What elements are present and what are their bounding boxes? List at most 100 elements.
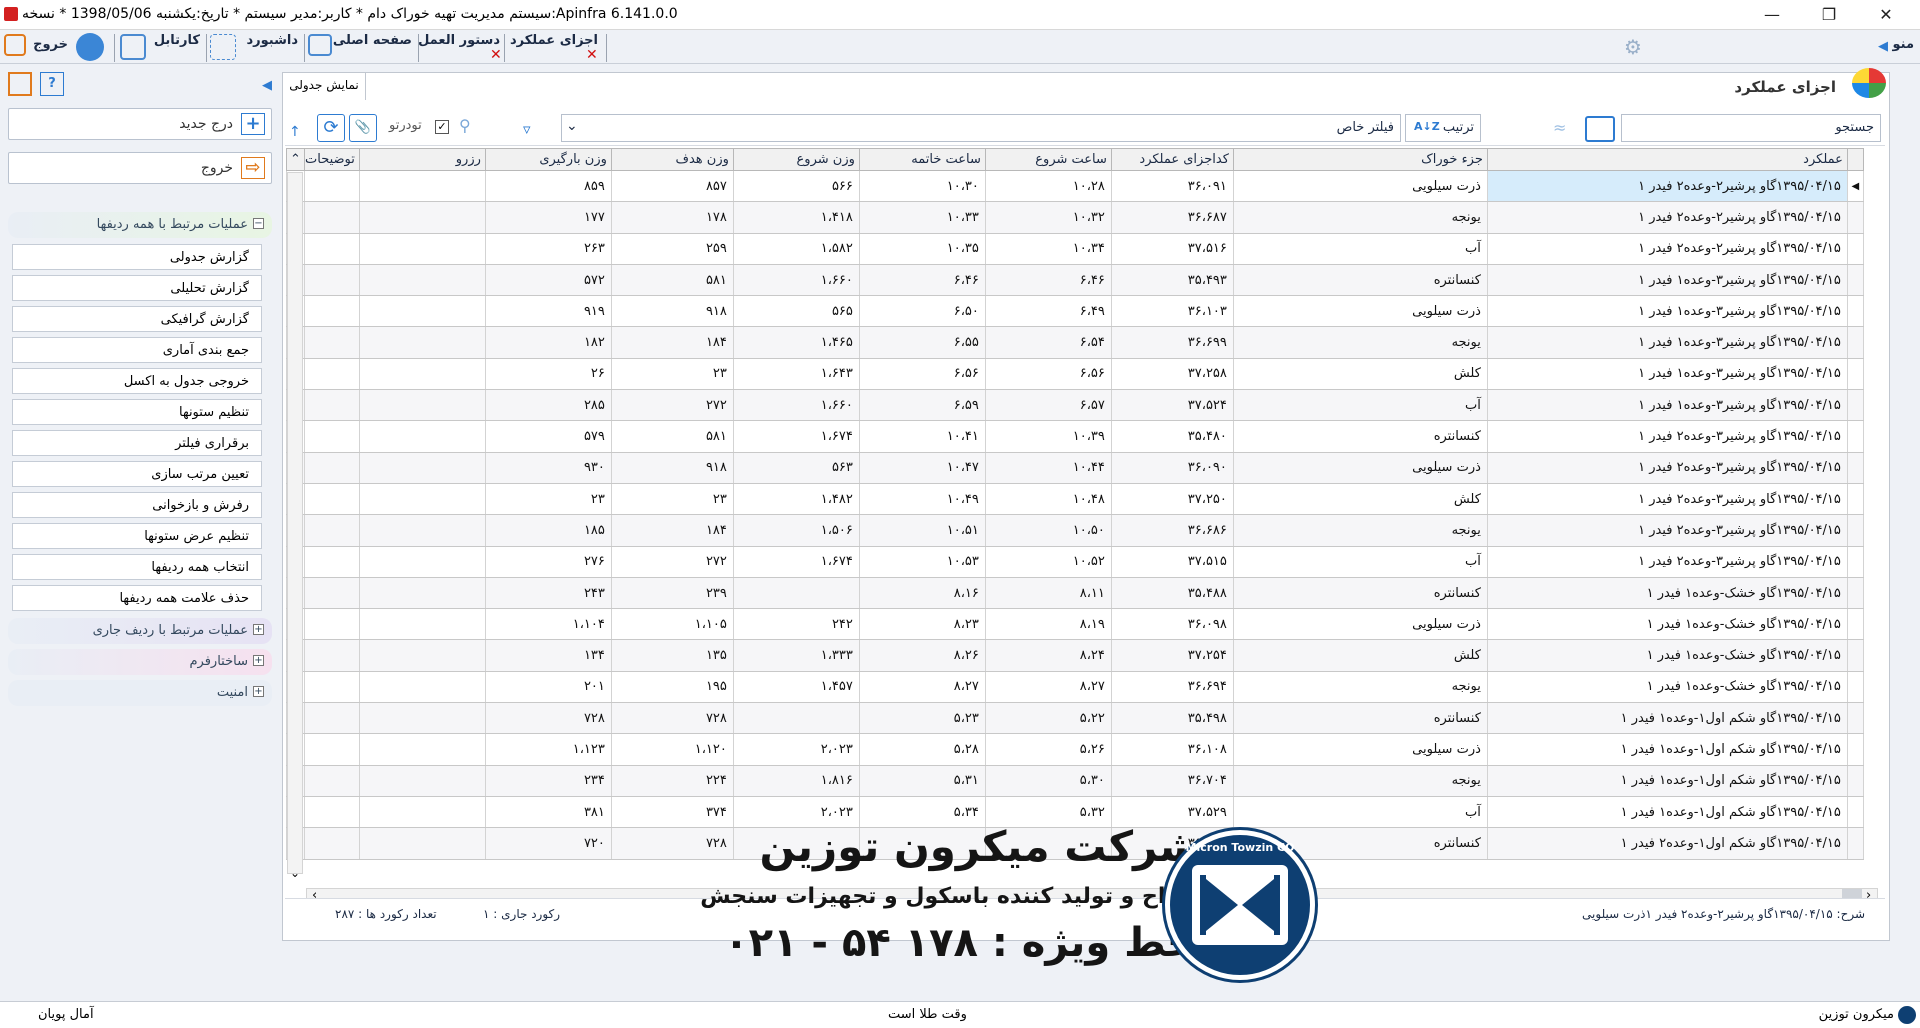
table-cell[interactable]: کلش bbox=[1232, 483, 1488, 516]
bug-report-icon[interactable] bbox=[76, 33, 104, 61]
table-cell[interactable] bbox=[304, 420, 360, 453]
row-indicator[interactable] bbox=[1846, 483, 1864, 516]
table-cell[interactable]: ۱۸۵ bbox=[484, 514, 612, 547]
column-header[interactable]: کداجزای عملکرد bbox=[1110, 148, 1234, 171]
scroll-down-icon[interactable]: ⌄ bbox=[290, 866, 300, 880]
table-cell[interactable]: آب bbox=[1232, 546, 1488, 578]
table-cell[interactable] bbox=[732, 577, 860, 610]
tab-recipe[interactable]: دستور العمل ✕ bbox=[418, 30, 504, 64]
table-cell[interactable]: ۲۴۲ bbox=[732, 608, 860, 641]
table-cell[interactable] bbox=[358, 201, 486, 234]
table-row[interactable]: ◀ ۱۳۹۵/۰۴/۱۵گاو پرشیر۲-وعده۲ فیدر ۱ ذرت سی… bbox=[286, 170, 1864, 203]
row-indicator[interactable] bbox=[1846, 201, 1864, 234]
table-cell[interactable]: ۳۶،۶۸۶ bbox=[1110, 514, 1234, 547]
table-cell[interactable]: ۱۰،۳۹ bbox=[984, 420, 1112, 453]
table-cell[interactable]: آب bbox=[1232, 389, 1488, 422]
table-cell[interactable]: ۹۱۸ bbox=[610, 295, 734, 328]
group-all-rows[interactable]: − عملیات مرتبط با همه ردیفها bbox=[8, 212, 272, 238]
table-cell[interactable]: ۱،۱۲۰ bbox=[610, 733, 734, 766]
column-header[interactable]: ساعت شروع bbox=[984, 148, 1112, 171]
sidebar-item-unselect-all[interactable]: حذف علامت همه ردیفها bbox=[12, 585, 262, 611]
table-cell[interactable]: ۱۳۹۵/۰۴/۱۵گاو خشک-وعده۱ فیدر ۱ bbox=[1486, 671, 1848, 704]
table-cell[interactable]: ۶،۵۰ bbox=[858, 295, 986, 328]
table-cell[interactable]: ۸،۲۶ bbox=[858, 639, 986, 672]
table-cell[interactable]: ۱،۶۷۴ bbox=[732, 420, 860, 453]
current-row-indicator-icon[interactable]: ◀ bbox=[1846, 170, 1864, 203]
table-cell[interactable]: ۷۲۸ bbox=[484, 702, 612, 735]
table-row[interactable]: ۱۳۹۵/۰۴/۱۵گاو پرشیر۳-وعده۲ فیدر ۱ ذرت سیل… bbox=[286, 452, 1864, 484]
table-cell[interactable]: ۱۰،۴۱ bbox=[858, 420, 986, 453]
table-cell[interactable]: ۳۷،۲۵۴ bbox=[1110, 639, 1234, 672]
table-cell[interactable]: ۱۳۹۵/۰۴/۱۵گاو پرشیر۲-وعده۲ فیدر ۱ bbox=[1486, 201, 1848, 234]
table-cell[interactable]: ۱۰،۴۷ bbox=[858, 452, 986, 484]
column-header[interactable]: وزن هدف bbox=[610, 148, 734, 171]
table-cell[interactable] bbox=[358, 546, 486, 578]
table-cell[interactable] bbox=[304, 577, 360, 610]
table-cell[interactable] bbox=[304, 358, 360, 391]
column-header[interactable]: عملکرد bbox=[1486, 148, 1848, 171]
table-cell[interactable]: ۱۰،۴۸ bbox=[984, 483, 1112, 516]
table-cell[interactable]: ۱۷۸ bbox=[610, 201, 734, 234]
tab-close-icon[interactable]: ✕ bbox=[586, 47, 598, 63]
table-row[interactable]: ۱۳۹۵/۰۴/۱۵گاو خشک-وعده۱ فیدر ۱ کنسانتره ۳۵… bbox=[286, 577, 1864, 610]
table-cell[interactable] bbox=[358, 389, 486, 422]
row-indicator[interactable] bbox=[1846, 514, 1864, 547]
table-cell[interactable] bbox=[304, 295, 360, 328]
table-row[interactable]: ۱۳۹۵/۰۴/۱۵گاو پرشیر۳-وعده۱ فیدر ۱ آب ۳۷،۵۲… bbox=[286, 389, 1864, 422]
table-cell[interactable] bbox=[304, 671, 360, 704]
table-cell[interactable]: ۱۳۹۵/۰۴/۱۵گاو پرشیر۳-وعده۱ فیدر ۱ bbox=[1486, 326, 1848, 359]
column-header[interactable]: رزرو bbox=[358, 148, 486, 171]
table-cell[interactable]: یونجه bbox=[1232, 514, 1488, 547]
table-cell[interactable]: ۱۳۹۵/۰۴/۱۵گاو پرشیر۳-وعده۱ فیدر ۱ bbox=[1486, 389, 1848, 422]
table-cell[interactable] bbox=[358, 358, 486, 391]
table-cell[interactable] bbox=[304, 608, 360, 641]
table-cell[interactable]: ۱۸۲ bbox=[484, 326, 612, 359]
table-row[interactable]: ۱۳۹۵/۰۴/۱۵گاو شکم اول۱-وعده۱ فیدر ۱ یونجه… bbox=[286, 765, 1864, 797]
row-indicator[interactable] bbox=[1846, 827, 1864, 860]
table-cell[interactable]: ۵۸۱ bbox=[610, 264, 734, 297]
table-cell[interactable] bbox=[304, 233, 360, 265]
table-cell[interactable]: ذرت سیلویی bbox=[1232, 452, 1488, 484]
table-cell[interactable]: ۱،۱۰۵ bbox=[610, 608, 734, 641]
table-cell[interactable]: ۱۰،۵۳ bbox=[858, 546, 986, 578]
table-cell[interactable]: ۱،۵۸۲ bbox=[732, 233, 860, 265]
row-indicator[interactable] bbox=[1846, 264, 1864, 297]
sidebar-item-analytic-report[interactable]: گزارش تحلیلی bbox=[12, 275, 262, 301]
table-cell[interactable] bbox=[358, 483, 486, 516]
table-cell[interactable] bbox=[304, 702, 360, 735]
row-indicator[interactable] bbox=[1846, 733, 1864, 766]
table-cell[interactable]: ۱،۶۶۰ bbox=[732, 264, 860, 297]
table-cell[interactable]: ۱۳۹۵/۰۴/۱۵گاو پرشیر۳-وعده۲ فیدر ۱ bbox=[1486, 514, 1848, 547]
column-header[interactable]: توضیحات bbox=[304, 148, 360, 171]
table-cell[interactable] bbox=[304, 326, 360, 359]
table-cell[interactable] bbox=[358, 827, 486, 860]
table-cell[interactable]: ۵،۲۲ bbox=[984, 702, 1112, 735]
tab-home[interactable]: صفحه اصلی bbox=[306, 30, 416, 64]
table-cell[interactable]: ۱۰،۵۱ bbox=[858, 514, 986, 547]
refresh-icon[interactable]: ⟳ bbox=[317, 114, 345, 142]
tab-table-view[interactable]: نمایش جدولی bbox=[282, 72, 366, 100]
table-cell[interactable]: ۱۳۴ bbox=[484, 639, 612, 672]
table-row[interactable]: ۱۳۹۵/۰۴/۱۵گاو پرشیر۳-وعده۱ فیدر ۱ کنسانتر… bbox=[286, 264, 1864, 297]
table-cell[interactable]: ذرت سیلویی bbox=[1232, 733, 1488, 766]
table-cell[interactable] bbox=[732, 702, 860, 735]
table-cell[interactable]: ۱۰،۲۸ bbox=[984, 170, 1112, 203]
search-icon[interactable]: ⚲ bbox=[459, 116, 471, 135]
table-cell[interactable]: ۱۳۹۵/۰۴/۱۵گاو پرشیر۳-وعده۲ فیدر ۱ bbox=[1486, 452, 1848, 484]
table-cell[interactable] bbox=[304, 514, 360, 547]
table-cell[interactable]: ۲۳ bbox=[610, 358, 734, 391]
table-cell[interactable] bbox=[304, 264, 360, 297]
column-header[interactable]: جزء خوراک bbox=[1232, 148, 1488, 171]
table-cell[interactable]: ۳۶،۶۸۷ bbox=[1110, 201, 1234, 234]
table-cell[interactable] bbox=[304, 733, 360, 766]
table-cell[interactable]: ذرت سیلویی bbox=[1232, 608, 1488, 641]
sort-button[interactable]: ترتیب A↓Z bbox=[1405, 114, 1481, 142]
vertical-scrollbar[interactable] bbox=[287, 172, 303, 874]
group-security[interactable]: + امنیت bbox=[8, 680, 272, 706]
table-cell[interactable]: کنسانتره bbox=[1232, 264, 1488, 297]
table-cell[interactable]: ۵،۳۰ bbox=[984, 765, 1112, 797]
sidebar-item-graphic-report[interactable]: گزارش گرافیکی bbox=[12, 306, 262, 332]
table-cell[interactable] bbox=[358, 420, 486, 453]
table-cell[interactable]: ۶،۴۶ bbox=[984, 264, 1112, 297]
table-cell[interactable]: ۱،۴۱۸ bbox=[732, 201, 860, 234]
